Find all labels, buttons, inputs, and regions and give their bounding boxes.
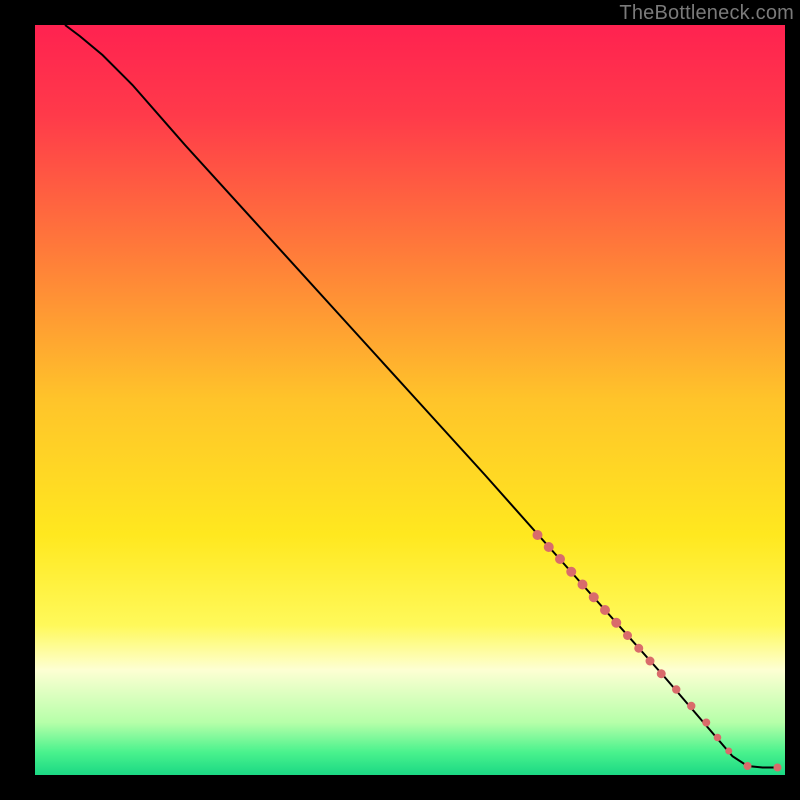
data-marker [672,685,680,693]
chart-frame: TheBottleneck.com [0,0,800,800]
data-marker [611,618,621,628]
data-marker [555,554,565,564]
chart-svg [35,25,785,775]
data-marker [774,764,782,772]
data-marker [600,605,610,615]
data-marker [566,567,576,577]
data-marker [634,644,643,653]
data-marker [578,580,588,590]
data-marker [646,657,655,666]
data-marker [725,748,732,755]
data-marker [714,734,722,742]
gradient-background [35,25,785,775]
data-marker [657,669,666,678]
data-marker [744,762,752,770]
data-marker [623,631,632,640]
data-marker [589,592,599,602]
plot-area [35,25,785,775]
data-marker [533,530,543,540]
data-marker [544,542,554,552]
watermark-text: TheBottleneck.com [619,2,794,25]
data-marker [702,719,710,727]
data-marker [687,702,695,710]
